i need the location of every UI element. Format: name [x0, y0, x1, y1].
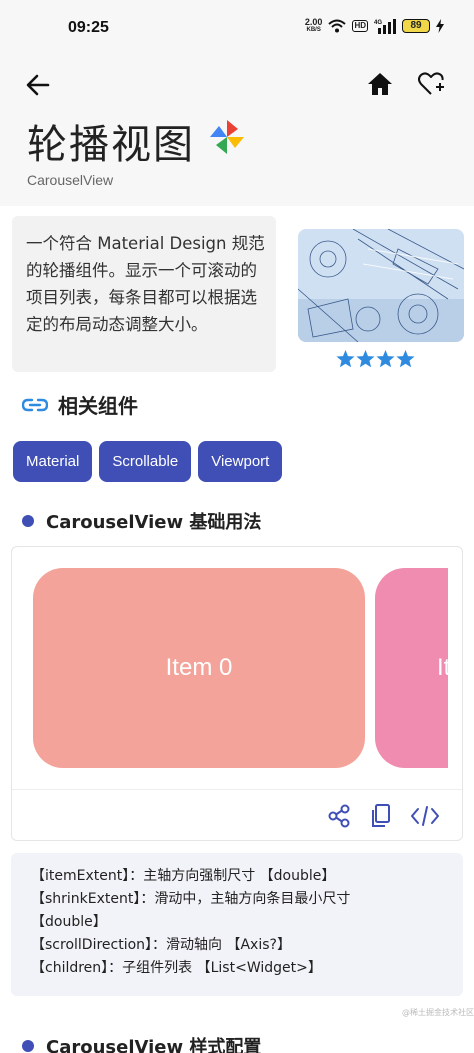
chip-viewport[interactable]: Viewport: [198, 441, 283, 482]
hd-icon: HD: [352, 20, 368, 32]
pinwheel-icon: [210, 120, 244, 154]
property-line: 【double】: [31, 914, 107, 930]
net-speed-unit: KB/S: [306, 27, 321, 33]
rating-stars: [336, 350, 415, 368]
link-icon: [22, 398, 48, 411]
wifi-icon: [328, 19, 347, 33]
status-time: 09:25: [68, 19, 109, 36]
code-icon[interactable]: [410, 803, 440, 829]
battery-icon: 89: [402, 19, 430, 33]
style-section-title: CarouselView 样式配置: [46, 1037, 262, 1053]
favorite-add-icon[interactable]: [416, 70, 446, 98]
related-chips: Material Scrollable Viewport: [13, 441, 283, 482]
back-arrow-icon[interactable]: [24, 72, 52, 98]
demo-card: Item 0 It: [11, 546, 463, 841]
star-icon: [336, 350, 355, 368]
section-bullet: [22, 515, 34, 527]
carousel-view[interactable]: Item 0 It: [12, 547, 448, 789]
style-section-header: CarouselView 样式配置: [22, 1033, 261, 1053]
status-bar: 09:25 2.00 KB/S HD 4G 89: [0, 0, 474, 58]
star-icon: [396, 350, 415, 368]
preview-image: [298, 229, 464, 342]
property-line: 【shrinkExtent】：滑动中，主轴方向条目最小尺寸: [31, 891, 351, 907]
demo-actions: [326, 803, 440, 829]
net-speed: 2.00 KB/S: [305, 18, 323, 34]
page-title: 轮播视图: [27, 122, 195, 168]
charging-icon: [436, 19, 444, 33]
property-line: 【children】：子组件列表 【List<Widget>】: [31, 960, 322, 976]
basic-section-title: CarouselView 基础用法: [46, 512, 262, 533]
basic-section-header: CarouselView 基础用法: [22, 508, 261, 534]
star-icon: [356, 350, 375, 368]
chip-scrollable[interactable]: Scrollable: [99, 441, 192, 482]
divider: [12, 789, 462, 790]
related-section-title: 相关组件: [58, 394, 138, 418]
copy-icon[interactable]: [370, 803, 392, 829]
carousel-item-label: It: [437, 654, 448, 681]
properties-panel: 【itemExtent】：主轴方向强制尺寸 【double】 【shrinkEx…: [11, 853, 463, 996]
status-icons: 2.00 KB/S HD 4G 89: [305, 18, 444, 34]
page-subtitle: CarouselView: [27, 172, 114, 188]
carousel-item-label: Item 0: [165, 654, 233, 681]
home-icon[interactable]: [365, 70, 395, 98]
component-description: 一个符合 Material Design 规范的轮播组件。显示一个可滚动的项目列…: [12, 216, 276, 372]
star-icon: [376, 350, 395, 368]
property-line: 【scrollDirection】：滑动轴向 【Axis?】: [31, 937, 291, 953]
share-icon[interactable]: [326, 803, 352, 829]
net-speed-value: 2.00: [304, 17, 323, 27]
section-bullet: [22, 1040, 34, 1052]
property-line: 【itemExtent】：主轴方向强制尺寸 【double】: [31, 868, 336, 884]
signal-icon: 4G: [374, 19, 396, 34]
watermark: @稀土掘金技术社区: [402, 1008, 474, 1017]
chip-material[interactable]: Material: [13, 441, 93, 482]
carousel-item[interactable]: It: [375, 568, 448, 768]
battery-level: 89: [402, 19, 430, 33]
signal-label: 4G: [374, 20, 382, 26]
carousel-item[interactable]: Item 0: [33, 568, 365, 768]
related-section-header: 相关组件: [22, 390, 138, 419]
